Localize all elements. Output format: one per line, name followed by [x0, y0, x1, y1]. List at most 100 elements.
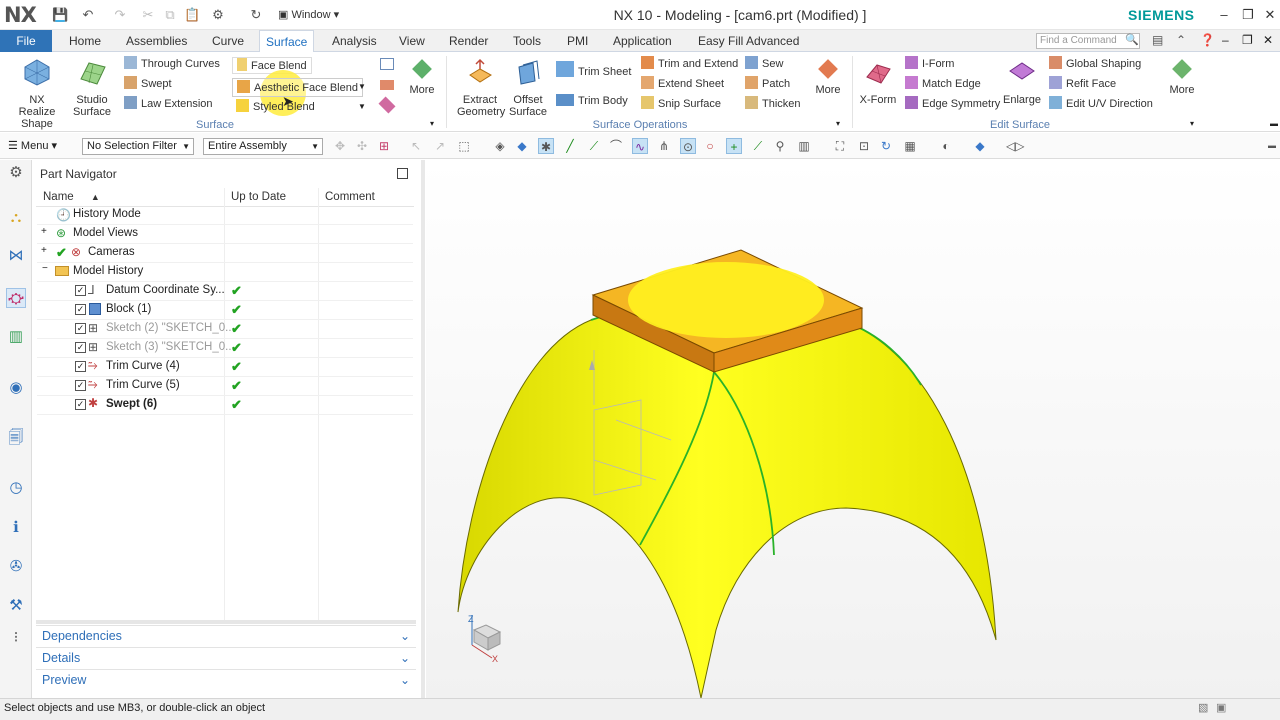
- styled-blend-dropdown-icon[interactable]: ▼: [358, 102, 366, 111]
- column-name-header[interactable]: Name ▲: [43, 191, 100, 203]
- rotate-view-icon[interactable]: ↻: [878, 138, 894, 154]
- collapse-ribbon-icon[interactable]: ⌃: [1176, 33, 1186, 47]
- edge-symmetry-button[interactable]: Edge Symmetry: [905, 95, 1000, 113]
- trim-body-button[interactable]: Trim Body: [556, 92, 628, 110]
- arc-icon[interactable]: ⌒: [608, 138, 624, 154]
- tab-pmi[interactable]: PMI: [561, 30, 594, 52]
- shaded-icon[interactable]: ◆: [972, 138, 988, 154]
- sew-button[interactable]: Sew: [745, 55, 783, 73]
- tab-render[interactable]: Render: [443, 30, 494, 52]
- surface-more-button[interactable]: More: [404, 59, 440, 96]
- tab-easy-fill-advanced[interactable]: Easy Fill Advanced: [692, 30, 805, 52]
- nx-realize-shape-button[interactable]: NX Realize Shape: [8, 57, 66, 130]
- file-tab[interactable]: File: [0, 30, 52, 52]
- visibility-checkbox[interactable]: ✓: [75, 361, 86, 372]
- surface-tool-b-icon[interactable]: [380, 80, 394, 90]
- studio-surface-button[interactable]: Studio Surface: [66, 57, 118, 118]
- status-icon-b[interactable]: ▣: [1216, 701, 1226, 714]
- pointer-tool-2-icon[interactable]: ↗: [432, 138, 448, 154]
- spline-icon[interactable]: ∿: [632, 138, 648, 154]
- menu-button[interactable]: ☰ Menu ▾: [8, 139, 57, 152]
- display-style-icon[interactable]: ◐: [938, 138, 954, 154]
- circle-center-icon[interactable]: ⊙: [680, 138, 696, 154]
- tab-assemblies[interactable]: Assemblies: [120, 30, 193, 52]
- midpoint-icon[interactable]: ⟋: [750, 138, 766, 154]
- visibility-checkbox[interactable]: ✓: [75, 323, 86, 334]
- refit-face-button[interactable]: Refit Face: [1049, 75, 1116, 93]
- snap-options-icon[interactable]: ⚲: [772, 138, 788, 154]
- circle-icon[interactable]: ○: [702, 138, 718, 154]
- search-icon[interactable]: 🔍: [1125, 33, 1139, 46]
- edit-uv-direction-button[interactable]: Edit U/V Direction: [1049, 95, 1153, 113]
- expand-icon[interactable]: +: [41, 245, 47, 256]
- selection-filter-select[interactable]: No Selection Filter ▼: [82, 138, 194, 155]
- visibility-checkbox[interactable]: ✓: [75, 304, 86, 315]
- swept-button[interactable]: Swept: [124, 75, 172, 93]
- styled-blend-button[interactable]: Styled Blend: [232, 98, 319, 116]
- global-shaping-button[interactable]: Global Shaping: [1049, 55, 1141, 73]
- edit-surface-more-button[interactable]: More: [1164, 59, 1200, 96]
- repeat-icon[interactable]: ↻: [248, 7, 264, 23]
- doc-minimize-icon[interactable]: –: [1222, 33, 1229, 47]
- extract-geometry-button[interactable]: Extract Geometry: [454, 57, 506, 118]
- solid-body-icon[interactable]: ◈: [492, 138, 508, 154]
- doc-close-icon[interactable]: ✕: [1263, 33, 1273, 47]
- assembly-scope-select[interactable]: Entire Assembly ▼: [203, 138, 323, 155]
- column-uptodate-header[interactable]: Up to Date: [231, 191, 286, 203]
- visibility-checkbox[interactable]: ✓: [75, 399, 86, 410]
- visibility-checkbox[interactable]: ✓: [75, 285, 86, 296]
- snap-point-icon[interactable]: ✱: [538, 138, 554, 154]
- help-icon[interactable]: ❓: [1200, 33, 1215, 47]
- save-icon[interactable]: 💾: [52, 7, 68, 23]
- match-edge-button[interactable]: Match Edge: [905, 75, 981, 93]
- tab-view[interactable]: View: [393, 30, 431, 52]
- splitter[interactable]: [36, 620, 416, 624]
- ribbon-overflow-icon[interactable]: ▬: [1270, 119, 1278, 128]
- maximize-panel-icon[interactable]: [397, 168, 408, 179]
- rectangle-select-icon[interactable]: ⬚: [456, 138, 472, 154]
- trim-sheet-button[interactable]: Trim Sheet: [556, 61, 631, 79]
- sheet-body-icon[interactable]: ◆: [514, 138, 530, 154]
- preview-section[interactable]: Preview ⌄: [36, 669, 416, 690]
- system-materials-icon[interactable]: ℹ: [6, 518, 26, 538]
- edit-surface-expand-icon[interactable]: ▾: [1190, 119, 1194, 128]
- surface-ops-expand-icon[interactable]: ▾: [836, 119, 840, 128]
- command-finder-icon[interactable]: ⚙: [210, 7, 226, 23]
- patch-button[interactable]: Patch: [745, 75, 790, 93]
- collapse-icon[interactable]: −: [42, 263, 48, 274]
- graphics-window[interactable]: Z X: [426, 160, 1280, 699]
- cut-icon[interactable]: ✂: [140, 7, 156, 23]
- visibility-checkbox[interactable]: ✓: [75, 342, 86, 353]
- thicken-button[interactable]: Thicken: [745, 95, 801, 113]
- show-hide-icon[interactable]: ◁▷: [1006, 138, 1024, 154]
- history-icon[interactable]: 🗐: [6, 428, 26, 448]
- surface-group-expand-icon[interactable]: ▾: [430, 119, 434, 128]
- tab-tools[interactable]: Tools: [507, 30, 547, 52]
- gear-icon[interactable]: ⚙: [6, 163, 26, 183]
- web-browser-icon[interactable]: ◉: [6, 378, 26, 398]
- close-icon[interactable]: ✕: [1260, 6, 1280, 24]
- tab-curve[interactable]: Curve: [206, 30, 250, 52]
- through-curves-button[interactable]: Through Curves: [124, 55, 220, 73]
- snap-icon[interactable]: ⊞: [376, 138, 392, 154]
- view-fit-icon[interactable]: ⛶: [832, 138, 848, 154]
- view-orient-icon[interactable]: ▦: [902, 138, 918, 154]
- law-extension-button[interactable]: Law Extension: [124, 95, 213, 113]
- surface-ops-more-button[interactable]: More: [810, 59, 846, 96]
- swept-surface[interactable]: [457, 314, 997, 699]
- select-tool-2-icon[interactable]: ✣: [354, 138, 370, 154]
- column-comment-header[interactable]: Comment: [325, 191, 375, 203]
- tab-home[interactable]: Home: [63, 30, 107, 52]
- paste-icon[interactable]: 📋: [184, 7, 200, 23]
- resource-more-icon[interactable]: ⁝: [6, 628, 26, 648]
- enlarge-button[interactable]: Enlarge: [1000, 57, 1044, 106]
- doc-restore-icon[interactable]: ❐: [1242, 33, 1253, 47]
- offset-surface-button[interactable]: Offset Surface: [506, 57, 550, 118]
- details-section[interactable]: Details ⌄: [36, 647, 416, 668]
- snip-surface-button[interactable]: Snip Surface: [641, 95, 721, 113]
- aesthetic-face-blend-button[interactable]: Aesthetic Face Blend: [232, 78, 363, 97]
- trim-and-extend-button[interactable]: Trim and Extend: [641, 55, 738, 73]
- tab-analysis[interactable]: Analysis: [326, 30, 383, 52]
- window-menu[interactable]: ▣ Window ▾: [278, 8, 339, 21]
- snap-settings-icon[interactable]: ▥: [796, 138, 812, 154]
